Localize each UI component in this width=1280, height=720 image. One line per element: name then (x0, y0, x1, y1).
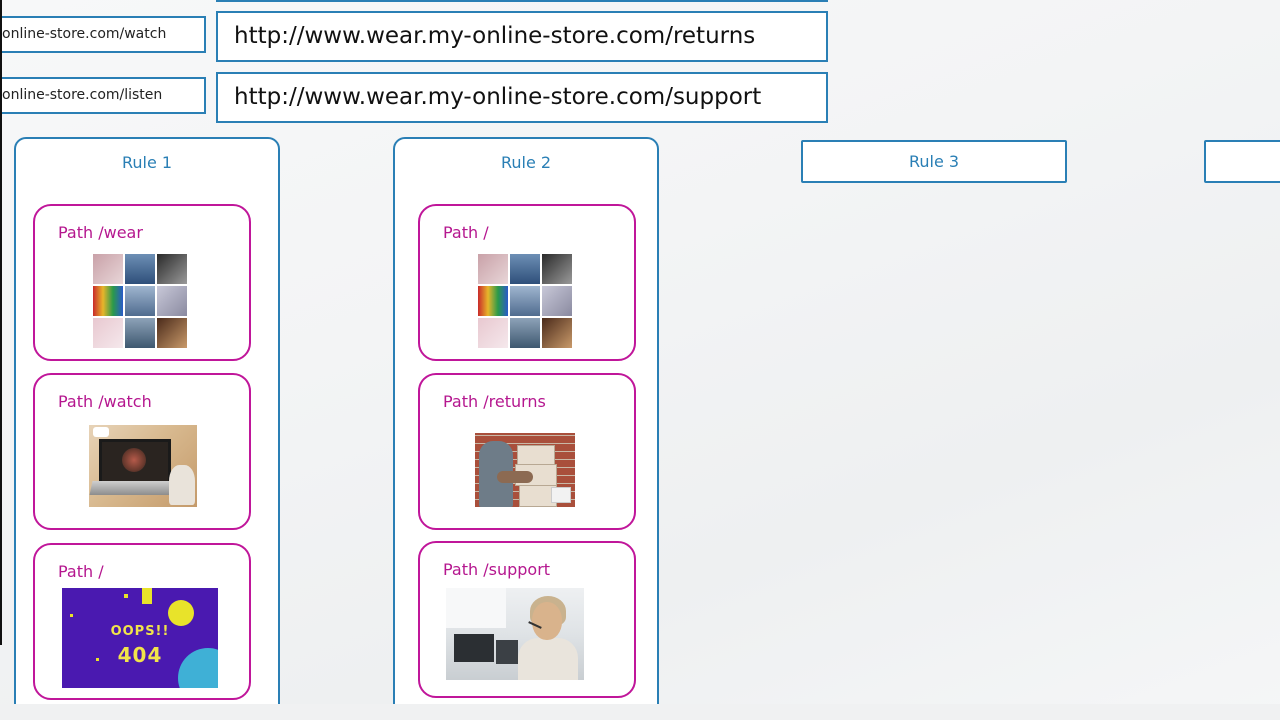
oops-text: OOPS!! (110, 624, 170, 639)
path-card-watch: Path /watch (33, 373, 251, 530)
oops-404-image: OOPS!! 404 (62, 588, 218, 688)
url-box-support: http://www.wear.my-online-store.com/supp… (216, 72, 828, 123)
support-agent-image (446, 588, 584, 680)
path-label: Path /returns (443, 392, 546, 411)
clothing-collage-image (478, 254, 572, 348)
path-card-root: Path / (418, 204, 636, 361)
rule-3-box: Rule 3 (801, 140, 1067, 183)
left-edge-line (0, 0, 2, 645)
path-label: Path /support (443, 560, 551, 579)
path-label: Path / (58, 562, 104, 581)
laptop-video-image (89, 425, 197, 507)
path-card-support: Path /support (418, 541, 636, 698)
url-box-top-edge (216, 0, 828, 2)
rule-4-box-partial (1204, 140, 1280, 183)
url-box-returns: http://www.wear.my-online-store.com/retu… (216, 11, 828, 62)
returns-boxes-image (475, 433, 575, 507)
path-card-default-rule1: Path / OOPS!! 404 (33, 543, 251, 700)
url-box-watch: online-store.com/watch (0, 16, 206, 53)
rule-1-title: Rule 1 (121, 153, 173, 172)
path-card-returns: Path /returns (418, 373, 636, 530)
error-code-text: 404 (117, 643, 163, 667)
rule-2-title: Rule 2 (500, 153, 552, 172)
path-label: Path /watch (58, 392, 152, 411)
path-label: Path /wear (58, 223, 143, 242)
url-box-listen: online-store.com/listen (0, 77, 206, 114)
path-label: Path / (443, 223, 489, 242)
bottom-strip (0, 704, 1280, 720)
clothing-collage-image (93, 254, 187, 348)
path-card-wear: Path /wear (33, 204, 251, 361)
